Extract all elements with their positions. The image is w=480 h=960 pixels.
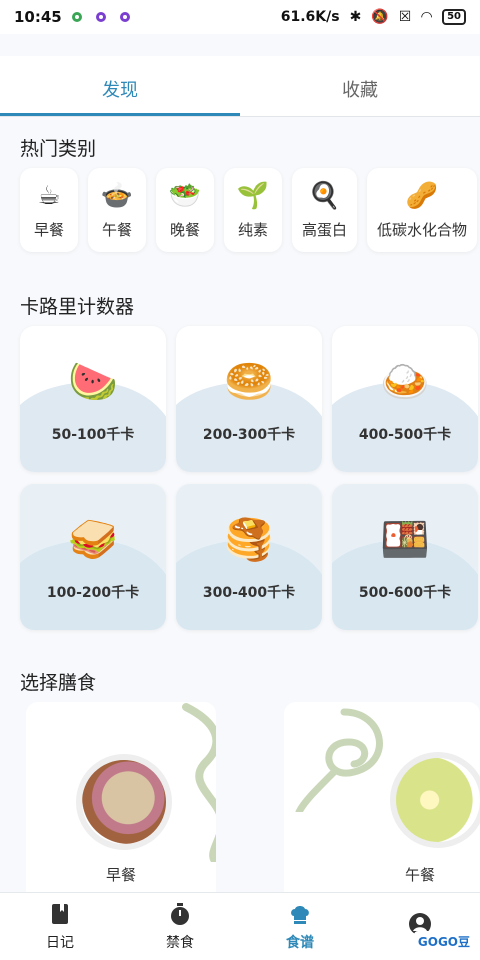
tab-favorites[interactable]: 收藏: [240, 56, 480, 116]
nav-recipes[interactable]: 食谱: [240, 893, 360, 960]
watermark-logo: GOGO豆: [413, 931, 474, 952]
calorie-grid: 🍉 50-100千卡 🥯 200-300千卡 🍛 400-500千卡 🥪 100…: [20, 326, 480, 630]
diary-icon: [52, 903, 68, 924]
nav-label: 禁食: [166, 934, 194, 951]
divider: [0, 116, 480, 117]
bottom-nav: 日记 禁食 食谱: [0, 892, 480, 960]
calorie-card[interactable]: 🥯 200-300千卡: [176, 326, 322, 472]
app-notification-icon: [119, 12, 130, 22]
wifi-icon: ◠: [421, 9, 433, 25]
tab-discover[interactable]: 发现: [0, 56, 240, 116]
calorie-range: 300-400千卡: [202, 585, 296, 601]
fried-egg-pan-icon: 🍳: [308, 180, 341, 211]
category-vegan[interactable]: 🌱 纯素: [224, 168, 282, 252]
top-tabs: 发现 收藏: [0, 56, 480, 116]
calorie-range: 50-100千卡: [51, 427, 135, 443]
category-lunch[interactable]: 🍲 午餐: [88, 168, 146, 252]
category-low-carb[interactable]: 🥜 低碳水化合物: [367, 168, 478, 252]
pancakes-icon: 🥞: [224, 517, 274, 563]
hot-categories-row: ☕ 早餐 🍲 午餐 🥗 晚餐 🌱 纯素 🍳 高蛋白 🥜 低碳水化合物: [20, 168, 478, 252]
calorie-counter-title: 卡路里计数器: [20, 296, 135, 318]
battery-icon: 50: [442, 9, 466, 25]
mute-bell-icon: 🔕: [371, 9, 389, 25]
coffee-cup-icon: ☕: [37, 180, 61, 211]
bagel-icon: 🥯: [224, 359, 274, 405]
calorie-card[interactable]: 🥞 300-400千卡: [176, 484, 322, 630]
network-speed: 61.6K/s: [280, 9, 340, 25]
status-right: 61.6K/s ✱ 🔕 ☒ ◠ 50: [281, 9, 466, 25]
nav-fasting[interactable]: 禁食: [120, 893, 240, 960]
calorie-card[interactable]: 🍛 400-500千卡: [332, 326, 478, 472]
calorie-range: 500-600千卡: [358, 585, 452, 601]
app-notification-icon: [71, 12, 82, 22]
category-dinner[interactable]: 🥗 晚餐: [156, 168, 214, 252]
swirl-decoration: [182, 703, 216, 862]
calorie-card[interactable]: 🍉 50-100千卡: [20, 326, 166, 472]
calorie-range: 200-300千卡: [202, 427, 296, 443]
meal-select-title: 选择膳食: [20, 672, 97, 694]
nav-label: 日记: [46, 934, 74, 951]
watermelon-icon: 🍉: [68, 359, 118, 405]
curry-rice-icon: 🍛: [380, 359, 430, 405]
meal-card-breakfast[interactable]: 早餐: [26, 702, 216, 892]
salad-icon: 🥗: [168, 180, 202, 211]
calorie-range: 100-200千卡: [46, 585, 140, 601]
swirl-decoration: [295, 708, 383, 812]
meal-label: 午餐: [404, 866, 435, 884]
category-high-protein[interactable]: 🍳 高蛋白: [292, 168, 358, 252]
category-label: 午餐: [101, 220, 132, 239]
calorie-range: 400-500千卡: [358, 427, 452, 443]
nav-diary[interactable]: 日记: [0, 893, 120, 960]
hot-categories-title: 热门类别: [20, 138, 97, 160]
app-notification-icon: [95, 12, 106, 22]
status-bar: 10:45 61.6K/s ✱ 🔕 ☒ ◠ 50: [0, 0, 480, 34]
sim-icon: ☒: [398, 9, 412, 25]
sandwich-icon: 🥪: [68, 517, 118, 563]
stopwatch-icon: [171, 902, 189, 925]
meal-label: 早餐: [105, 866, 136, 884]
category-label: 纯素: [237, 220, 268, 239]
peanut-icon: 🥜: [405, 180, 439, 211]
nav-label: 食谱: [286, 934, 314, 951]
category-label: 早餐: [33, 220, 64, 239]
category-label: 晚餐: [169, 220, 200, 239]
meal-card-lunch[interactable]: 午餐: [284, 702, 480, 892]
bluetooth-icon: ✱: [349, 9, 362, 25]
seedling-icon: 🌱: [236, 180, 270, 211]
category-label: 高蛋白: [302, 220, 348, 239]
calorie-card[interactable]: 🍱 500-600千卡: [332, 484, 478, 630]
status-time: 10:45: [14, 8, 62, 26]
granola-bowl-image: [76, 754, 172, 850]
stew-pot-icon: 🍲: [100, 180, 134, 211]
soup-bowl-image: [390, 752, 480, 848]
calorie-card[interactable]: 🥪 100-200千卡: [20, 484, 166, 630]
category-label: 低碳水化合物: [377, 220, 468, 239]
chef-hat-icon: [291, 905, 309, 924]
category-breakfast[interactable]: ☕ 早餐: [20, 168, 78, 252]
bento-box-icon: 🍱: [380, 517, 430, 563]
